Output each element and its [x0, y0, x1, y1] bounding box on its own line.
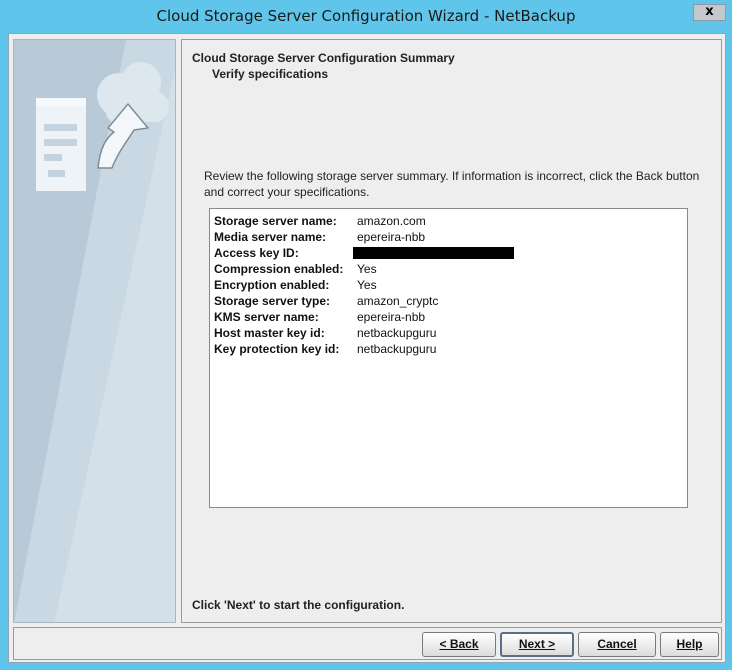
redaction-bar [353, 247, 514, 259]
summary-row-storage-server-name: Storage server name: amazon.com [214, 213, 674, 229]
wizard-client-area: Cloud Storage Server Configuration Summa… [8, 33, 726, 663]
summary-row-kms-server-name: KMS server name: epereira-nbb [214, 309, 674, 325]
cancel-button[interactable]: Cancel [578, 632, 656, 657]
summary-value: amazon_cryptc [357, 294, 439, 308]
help-button[interactable]: Help [660, 632, 719, 657]
close-icon: x [705, 4, 714, 19]
back-button[interactable]: < Back [422, 632, 496, 657]
summary-value: netbackupguru [357, 342, 437, 356]
summary-row-host-master-key-id: Host master key id: netbackupguru [214, 325, 674, 341]
summary-row-key-protection-key-id: Key protection key id: netbackupguru [214, 341, 674, 357]
summary-panel: Cloud Storage Server Configuration Summa… [181, 39, 722, 623]
instructions-text: Review the following storage server summ… [204, 169, 700, 199]
summary-row-media-server-name: Media server name: epereira-nbb [214, 229, 674, 245]
close-button[interactable]: x [693, 4, 726, 21]
summary-value: epereira-nbb [357, 310, 426, 324]
back-button-label: < Back [439, 637, 479, 651]
summary-label: Host master key id: [214, 326, 325, 340]
summary-label: Encryption enabled: [214, 278, 330, 292]
summary-label: Access key ID: [214, 246, 299, 260]
summary-row-access-key-id: Access key ID: [214, 245, 674, 261]
button-bar: < Back Next > Cancel Help [13, 627, 722, 660]
summary-row-encryption-enabled: Encryption enabled: Yes [214, 277, 674, 293]
footer-note: Click 'Next' to start the configuration. [192, 598, 405, 612]
summary-value: Yes [357, 278, 377, 292]
summary-label: KMS server name: [214, 310, 319, 324]
summary-label: Media server name: [214, 230, 327, 244]
banner-graphic [14, 40, 175, 622]
summary-value: netbackupguru [357, 326, 437, 340]
summary-value: epereira-nbb [357, 230, 426, 244]
next-button-label: Next > [518, 637, 556, 651]
window-title: Cloud Storage Server Configuration Wizar… [156, 7, 576, 25]
step-subtitle: Verify specifications [212, 67, 329, 81]
help-button-label: Help [676, 637, 703, 651]
summary-value: amazon.com [357, 214, 426, 228]
summary-label: Storage server type: [214, 294, 331, 308]
summary-label: Storage server name: [214, 214, 337, 228]
summary-box[interactable]: Storage server name: amazon.com Media se… [209, 208, 688, 508]
summary-label: Key protection key id: [214, 342, 340, 356]
summary-value: Yes [357, 262, 377, 276]
server-tower-icon [36, 98, 86, 191]
wizard-banner [13, 39, 176, 623]
wizard-window: Cloud Storage Server Configuration Wizar… [0, 0, 732, 670]
summary-row-compression-enabled: Compression enabled: Yes [214, 261, 674, 277]
summary-row-storage-server-type: Storage server type: amazon_cryptc [214, 293, 674, 309]
next-button[interactable]: Next > [500, 632, 574, 657]
cancel-button-label: Cancel [597, 637, 637, 651]
summary-label: Compression enabled: [214, 262, 344, 276]
title-bar[interactable]: Cloud Storage Server Configuration Wizar… [0, 0, 732, 34]
step-title: Cloud Storage Server Configuration Summa… [192, 51, 455, 65]
